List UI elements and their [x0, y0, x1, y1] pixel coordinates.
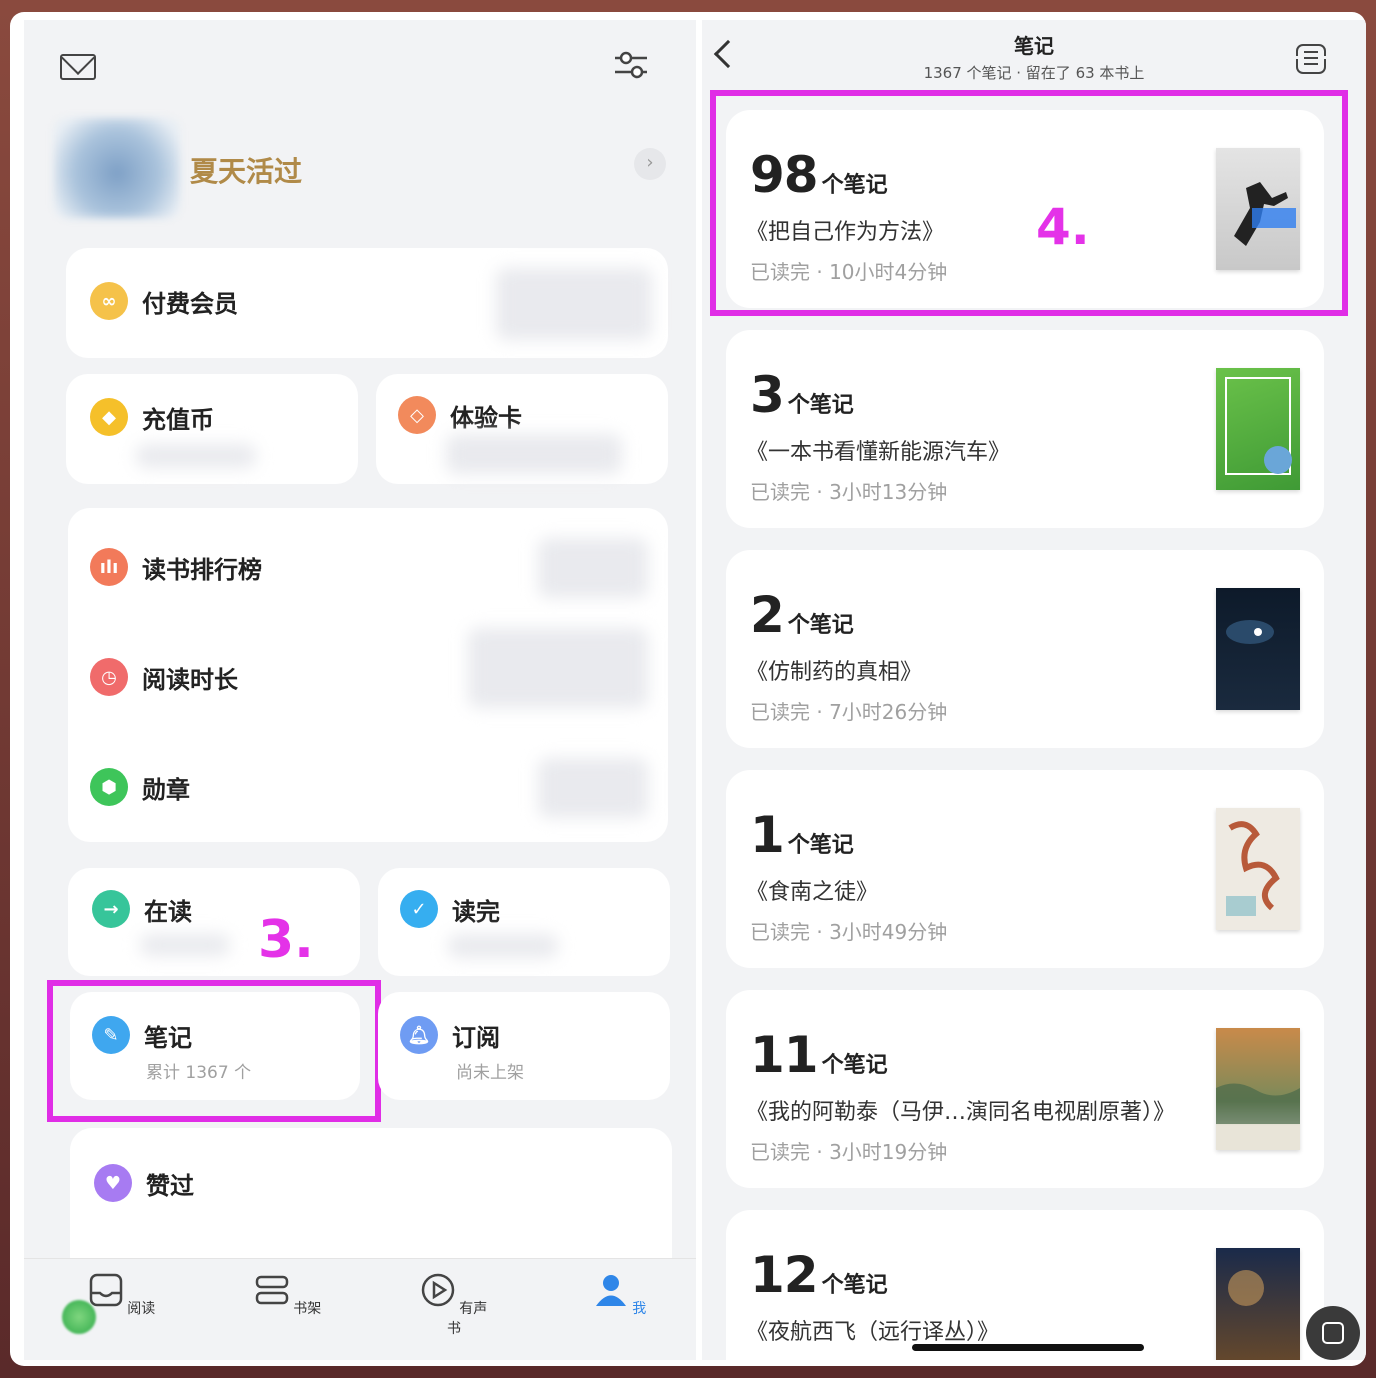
tray-icon	[89, 1273, 123, 1307]
step-annotation-3: 3.	[258, 910, 314, 970]
subscribe-card[interactable]: 🔔︎ 订阅 尚未上架	[378, 992, 670, 1100]
profile-chevron-icon[interactable]: ›	[634, 148, 666, 180]
note-card[interactable]: 3 个笔记 《一本书看懂新能源汽车》 已读完 · 3小时13分钟	[726, 330, 1324, 528]
coins-card[interactable]: ◆ 充值币	[66, 374, 358, 484]
note-unit: 个笔记	[821, 1273, 888, 1298]
trial-label: 体验卡	[450, 403, 522, 432]
bookshelf-icon	[255, 1275, 289, 1305]
settings-sliders-icon[interactable]	[614, 50, 648, 80]
note-unit: 个笔记	[787, 833, 854, 858]
note-count: 3	[750, 366, 785, 424]
stats-card: ılı 读书排行榜 ◷ 阅读时长 ⬢ 勋章	[68, 508, 668, 842]
coin-icon: ◆	[90, 398, 128, 436]
blurred-content	[446, 434, 622, 474]
blurred-content	[448, 934, 558, 958]
note-card[interactable]: 2 个笔记 《仿制药的真相》 已读完 · 7小时26分钟	[726, 550, 1324, 748]
tab-audiobook[interactable]: 有声书	[414, 1273, 494, 1338]
diamond-icon: ◇	[398, 396, 436, 434]
finished-card[interactable]: ✓ 读完	[378, 868, 670, 976]
read-status: 已读完 · 3小时13分钟	[750, 480, 948, 504]
book-title: 《仿制药的真相》	[746, 660, 923, 685]
book-cover	[1216, 368, 1300, 490]
scan-icon[interactable]	[1292, 44, 1328, 74]
book-title: 《夜航西飞（远行译丛）》	[746, 1320, 1000, 1345]
person-icon	[595, 1275, 626, 1306]
tab-shelf-label: 书架	[293, 1301, 322, 1317]
tab-shelf[interactable]: 书架	[248, 1273, 328, 1318]
home-indicator	[912, 1344, 1144, 1351]
badges-row[interactable]: ⬢ 勋章	[90, 768, 190, 806]
arrow-right-icon: →	[92, 890, 130, 928]
reading-card[interactable]: → 在读	[68, 868, 360, 976]
ranking-row[interactable]: ılı 读书排行榜	[90, 548, 262, 586]
subscribe-status: 尚未上架	[456, 1063, 524, 1083]
clock-icon: ◷	[90, 658, 128, 696]
blurred-content	[468, 628, 648, 708]
book-title: 《食南之徒》	[746, 880, 879, 905]
scan-icon	[1322, 1322, 1344, 1344]
blurred-content	[538, 758, 648, 818]
highlight-box-3	[47, 980, 381, 1122]
finished-label: 读完	[452, 897, 500, 926]
blurred-content	[140, 934, 230, 956]
note-count: 11	[750, 1026, 819, 1084]
subscribe-label: 订阅	[452, 1023, 500, 1052]
membership-card[interactable]: ∞ 付费会员	[66, 248, 668, 358]
note-count: 1	[750, 806, 785, 864]
bar-chart-icon: ılı	[90, 548, 128, 586]
book-cover	[1216, 1248, 1300, 1360]
liked-label: 赞过	[146, 1171, 194, 1200]
play-circle-icon	[421, 1273, 455, 1307]
bell-icon: 🔔︎	[400, 1016, 438, 1054]
avatar[interactable]	[54, 118, 180, 218]
tab-me-label: 我	[632, 1301, 647, 1317]
book-title: 《我的阿勒泰（马伊…演同名电视剧原著）》	[746, 1100, 1176, 1125]
badge-icon: ⬢	[90, 768, 128, 806]
read-status: 已读完 · 3小时49分钟	[750, 920, 948, 944]
book-cover	[1216, 808, 1300, 930]
blurred-content	[538, 538, 648, 598]
heart-icon: ♥	[94, 1164, 132, 1202]
floating-scan-button[interactable]	[1306, 1306, 1360, 1360]
tab-read-label: 阅读	[127, 1301, 156, 1317]
note-card[interactable]: 11 个笔记 《我的阿勒泰（马伊…演同名电视剧原著）》 已读完 · 3小时19分钟	[726, 990, 1324, 1188]
note-card[interactable]: 12 个笔记 《夜航西飞（远行译丛）》	[726, 1210, 1324, 1360]
read-time-row[interactable]: ◷ 阅读时长	[90, 658, 238, 696]
coins-label: 充值币	[142, 405, 214, 434]
note-unit: 个笔记	[787, 613, 854, 638]
mail-icon[interactable]	[60, 54, 96, 80]
read-time-label: 阅读时长	[142, 665, 238, 694]
page-title: 笔记	[1014, 34, 1054, 58]
infinity-icon: ∞	[90, 282, 128, 320]
note-unit: 个笔记	[821, 1053, 888, 1078]
notes-panel: 笔记 1367 个笔记 · 留在了 63 本书上 98 个笔记 《把自己作为方法》…	[702, 20, 1366, 1360]
note-count: 2	[750, 586, 785, 644]
app-frame: 夏天活过 › ∞ 付费会员 ◆ 充值币 ◇ 体验卡 ılı 读书排行榜 ◷ 阅读…	[10, 12, 1366, 1366]
profile-panel: 夏天活过 › ∞ 付费会员 ◆ 充值币 ◇ 体验卡 ılı 读书排行榜 ◷ 阅读…	[24, 20, 696, 1360]
username[interactable]: 夏天活过	[190, 150, 302, 190]
blurred-content	[496, 268, 652, 340]
ranking-label: 读书排行榜	[142, 555, 262, 584]
page-subtitle: 1367 个笔记 · 留在了 63 本书上	[923, 64, 1145, 82]
tab-me[interactable]: 我	[580, 1273, 660, 1318]
note-count: 12	[750, 1246, 819, 1304]
read-status: 已读完 · 7小时26分钟	[750, 700, 948, 724]
book-cover	[1216, 1028, 1300, 1150]
note-card[interactable]: 1 个笔记 《食南之徒》 已读完 · 3小时49分钟	[726, 770, 1324, 968]
book-title: 《一本书看懂新能源汽车》	[746, 440, 1011, 465]
blurred-content	[136, 444, 256, 468]
reading-label: 在读	[144, 897, 192, 926]
badges-label: 勋章	[142, 775, 190, 804]
trial-card[interactable]: ◇ 体验卡	[376, 374, 668, 484]
note-unit: 个笔记	[787, 393, 854, 418]
read-status: 已读完 · 3小时19分钟	[750, 1140, 948, 1164]
highlight-box-4	[710, 90, 1348, 316]
bottom-tab-bar: 阅读 书架 有声书 我	[24, 1258, 696, 1360]
membership-label: 付费会员	[142, 289, 238, 318]
book-cover	[1216, 588, 1300, 710]
check-icon: ✓	[400, 890, 438, 928]
floating-status-icon	[62, 1300, 96, 1334]
